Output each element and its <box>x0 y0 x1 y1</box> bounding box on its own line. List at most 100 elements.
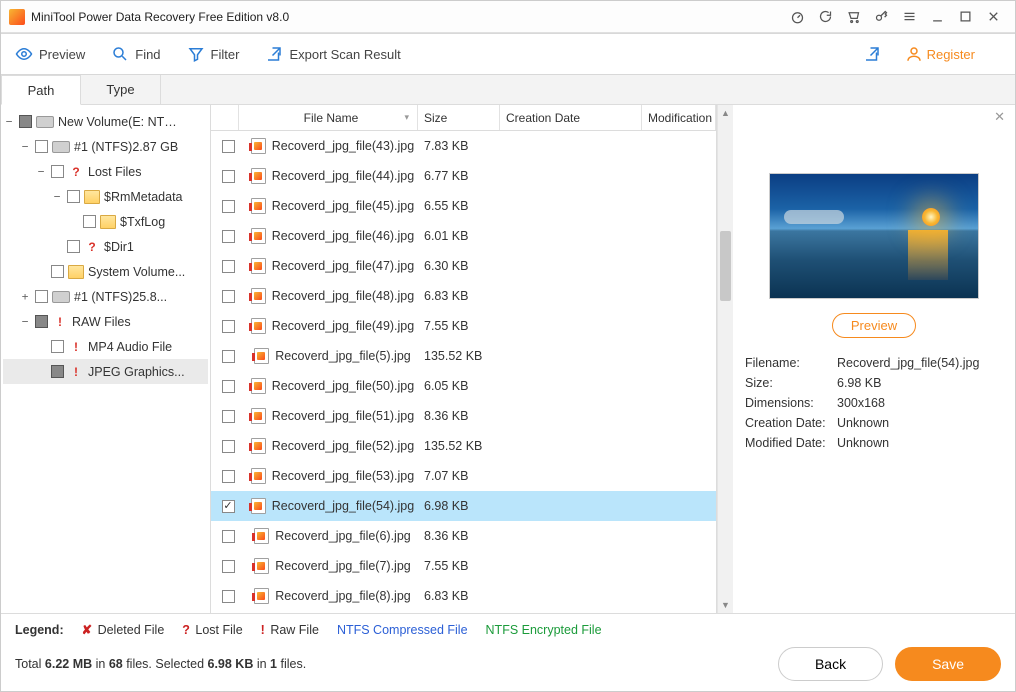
tree-node-lost-files[interactable]: −?Lost Files <box>3 159 208 184</box>
row-checkbox[interactable] <box>222 290 235 303</box>
file-row[interactable]: Recoverd_jpg_file(8).jpg6.83 KB <box>211 581 716 611</box>
tree-node-raw-files[interactable]: −!RAW Files <box>3 309 208 334</box>
file-row[interactable]: Recoverd_jpg_file(53).jpg7.07 KB <box>211 461 716 491</box>
preview-size-label: Size: <box>745 376 837 390</box>
file-name: Recoverd_jpg_file(53).jpg <box>272 469 414 483</box>
tree-node-partition-1[interactable]: −#1 (NTFS)2.87 GB <box>3 134 208 159</box>
file-row[interactable]: Recoverd_jpg_file(45).jpg6.55 KB <box>211 191 716 221</box>
scroll-track[interactable] <box>718 121 733 597</box>
speed-icon[interactable] <box>783 3 811 31</box>
row-checkbox[interactable] <box>222 470 235 483</box>
tree-node-dir1[interactable]: ?$Dir1 <box>3 234 208 259</box>
file-icon <box>254 588 269 604</box>
row-checkbox[interactable] <box>222 380 235 393</box>
file-row[interactable]: Recoverd_jpg_file(7).jpg7.55 KB <box>211 551 716 581</box>
file-row[interactable]: Recoverd_jpg_file(49).jpg7.55 KB <box>211 311 716 341</box>
back-button[interactable]: Back <box>778 647 883 681</box>
row-checkbox[interactable] <box>222 440 235 453</box>
column-checkbox[interactable] <box>211 105 239 130</box>
tab-type[interactable]: Type <box>81 75 161 104</box>
folder-tree[interactable]: −New Volume(E: NTFS) −#1 (NTFS)2.87 GB −… <box>1 105 211 613</box>
file-row[interactable]: Recoverd_jpg_file(5).jpg135.52 KB <box>211 341 716 371</box>
row-checkbox[interactable] <box>222 260 235 273</box>
row-checkbox[interactable] <box>222 200 235 213</box>
question-icon: ? <box>84 240 100 254</box>
tree-node-mp4[interactable]: !MP4 Audio File <box>3 334 208 359</box>
row-checkbox[interactable] <box>222 530 235 543</box>
preview-button[interactable]: Preview <box>15 45 85 63</box>
file-name: Recoverd_jpg_file(46).jpg <box>272 229 414 243</box>
folder-icon <box>68 265 84 279</box>
tree-node-jpeg[interactable]: !JPEG Graphics... <box>3 359 208 384</box>
maximize-icon[interactable] <box>951 3 979 31</box>
column-creation-date[interactable]: Creation Date <box>500 105 642 130</box>
tab-path[interactable]: Path <box>1 75 81 105</box>
exclaim-icon: ! <box>68 340 84 354</box>
row-checkbox[interactable] <box>222 170 235 183</box>
menu-icon[interactable] <box>895 3 923 31</box>
row-checkbox[interactable] <box>222 320 235 333</box>
file-list: File Name▾ Size Creation Date Modificati… <box>211 105 717 613</box>
file-row[interactable]: Recoverd_jpg_file(6).jpg8.36 KB <box>211 521 716 551</box>
minimize-icon[interactable] <box>923 3 951 31</box>
file-row[interactable]: Recoverd_jpg_file(52).jpg135.52 KB <box>211 431 716 461</box>
row-checkbox[interactable] <box>222 230 235 243</box>
file-row[interactable]: Recoverd_jpg_file(43).jpg7.83 KB <box>211 131 716 161</box>
key-icon[interactable] <box>867 3 895 31</box>
find-button[interactable]: Find <box>111 45 160 63</box>
export-button[interactable]: Export Scan Result <box>265 45 400 63</box>
row-checkbox[interactable] <box>222 500 235 513</box>
filter-label: Filter <box>211 47 240 62</box>
row-checkbox[interactable] <box>222 140 235 153</box>
close-icon[interactable] <box>979 3 1007 31</box>
row-checkbox[interactable] <box>222 590 235 603</box>
preview-open-button[interactable]: Preview <box>832 313 916 338</box>
file-icon <box>251 468 266 484</box>
share-icon[interactable] <box>863 45 887 63</box>
cart-icon[interactable] <box>839 3 867 31</box>
folder-icon <box>100 215 116 229</box>
vertical-scrollbar[interactable]: ▲ ▼ <box>717 105 733 613</box>
row-checkbox[interactable] <box>222 560 235 573</box>
tree-node-partition-2[interactable]: +#1 (NTFS)25.8... <box>3 284 208 309</box>
filter-button[interactable]: Filter <box>187 45 240 63</box>
scroll-down-icon[interactable]: ▼ <box>718 597 733 613</box>
tree-node-rmmetadata[interactable]: −$RmMetadata <box>3 184 208 209</box>
refresh-icon[interactable] <box>811 3 839 31</box>
folder-icon <box>84 190 100 204</box>
file-icon <box>254 348 269 364</box>
tree-node-txflog[interactable]: $TxfLog <box>3 209 208 234</box>
file-row[interactable]: Recoverd_jpg_file(48).jpg6.83 KB <box>211 281 716 311</box>
column-filename[interactable]: File Name▾ <box>239 105 418 130</box>
register-button[interactable]: Register <box>905 45 975 63</box>
file-row[interactable]: Recoverd_jpg_file(47).jpg6.30 KB <box>211 251 716 281</box>
scroll-up-icon[interactable]: ▲ <box>718 105 733 121</box>
preview-close-icon[interactable]: ✕ <box>994 109 1005 125</box>
file-icon <box>251 408 266 424</box>
tree-node-root[interactable]: −New Volume(E: NTFS) <box>3 109 208 134</box>
file-row[interactable]: Recoverd_jpg_file(46).jpg6.01 KB <box>211 221 716 251</box>
row-checkbox[interactable] <box>222 410 235 423</box>
scroll-thumb[interactable] <box>720 231 731 301</box>
file-icon <box>251 168 266 184</box>
file-size: 6.55 KB <box>418 199 500 213</box>
tree-node-system-volume[interactable]: System Volume... <box>3 259 208 284</box>
file-rows[interactable]: Recoverd_jpg_file(43).jpg7.83 KBRecoverd… <box>211 131 716 613</box>
column-modification[interactable]: Modification <box>642 105 716 130</box>
totals-row: Total 6.22 MB in 68 files. Selected 6.98… <box>15 647 1001 681</box>
column-size[interactable]: Size <box>418 105 500 130</box>
app-title: MiniTool Power Data Recovery Free Editio… <box>31 10 783 24</box>
file-row[interactable]: Recoverd_jpg_file(51).jpg8.36 KB <box>211 401 716 431</box>
legend-encrypted: NTFS Encrypted File <box>486 623 602 637</box>
file-row[interactable]: Recoverd_jpg_file(44).jpg6.77 KB <box>211 161 716 191</box>
preview-modified-value: Unknown <box>837 436 889 450</box>
file-icon <box>251 198 266 214</box>
file-row[interactable]: Recoverd_jpg_file(50).jpg6.05 KB <box>211 371 716 401</box>
file-name: Recoverd_jpg_file(6).jpg <box>275 529 411 543</box>
save-button[interactable]: Save <box>895 647 1001 681</box>
file-name: Recoverd_jpg_file(44).jpg <box>272 169 414 183</box>
file-row[interactable]: Recoverd_jpg_file(54).jpg6.98 KB <box>211 491 716 521</box>
file-icon <box>254 528 269 544</box>
file-name: Recoverd_jpg_file(50).jpg <box>272 379 414 393</box>
row-checkbox[interactable] <box>222 350 235 363</box>
